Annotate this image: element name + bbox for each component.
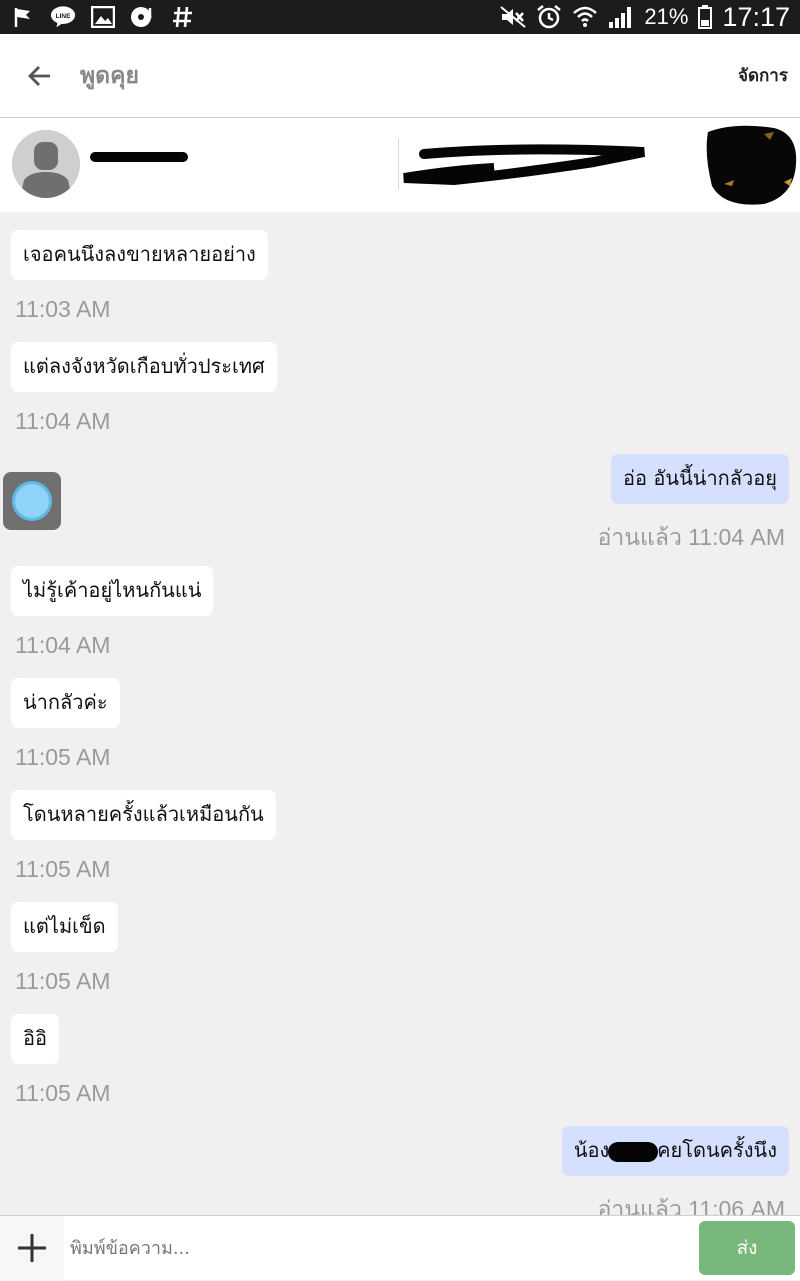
flag-icon	[10, 5, 36, 29]
redaction-scribble	[403, 144, 645, 186]
message-bubble-incoming: ไม่รู้เค้าอยู่ไหนกันแน่	[11, 566, 214, 616]
send-button[interactable]: ส่ง	[699, 1221, 795, 1275]
message-read-time: อ่านแล้ว 11:04 AM	[597, 524, 785, 550]
clock: 17:17	[722, 1, 790, 32]
redaction-mark	[608, 1142, 658, 1162]
hashtag-icon	[170, 5, 196, 29]
listing-thumbnail	[704, 124, 798, 206]
battery-icon	[698, 5, 713, 29]
message-bubble-incoming: อิอิ	[11, 1014, 60, 1064]
svg-text:LINE: LINE	[56, 13, 71, 20]
floating-chat-head[interactable]	[3, 472, 61, 530]
message-text: น้องสาว เคยโดนครั้งนึง	[573, 1138, 777, 1162]
back-button[interactable]	[0, 34, 80, 118]
user-silhouette-icon	[12, 130, 80, 198]
line-app-icon: LINE	[50, 5, 76, 29]
message-bubble-incoming: โดนหลายครั้งแล้วเหมือนกัน	[11, 790, 276, 840]
message-time: 11:05 AM	[15, 968, 111, 994]
manage-button[interactable]: จัดการ	[738, 62, 788, 89]
battery-percent: 21%	[644, 4, 689, 29]
message-bubble-outgoing: อ่อ อันนี้น่ากลัวอยุ	[611, 454, 789, 504]
gallery-icon	[90, 5, 116, 29]
message-bubble-incoming: แต่ไม่เข็ด	[11, 902, 118, 952]
message-time: 11:05 AM	[15, 1080, 111, 1106]
listing-summary[interactable]	[0, 118, 800, 212]
attach-button[interactable]	[0, 1215, 64, 1281]
message-bubble-incoming: แต่ลงจังหวัดเกือบทั่วประเทศ	[11, 342, 277, 392]
alarm-icon	[536, 5, 562, 29]
message-time: 11:05 AM	[15, 856, 111, 882]
page-title: พูดคุย	[80, 62, 139, 89]
app-bar: พูดคุย จัดการ	[0, 34, 800, 118]
plus-icon	[18, 1234, 46, 1262]
message-read-time: อ่านแล้ว 11:06 AM	[597, 1196, 785, 1215]
redaction-mark	[90, 152, 188, 162]
status-bar: LINE 21% 17:17	[0, 0, 800, 34]
message-time: 11:04 AM	[15, 408, 111, 434]
message-time: 11:04 AM	[15, 632, 111, 658]
message-bubble-incoming: เจอคนนึงลงขายหลายอย่าง	[11, 230, 268, 280]
seller-avatar	[12, 130, 80, 198]
message-bubble-incoming: น่ากลัวค่ะ	[11, 678, 120, 728]
signal-icon	[608, 5, 634, 29]
message-time: 11:05 AM	[15, 744, 111, 770]
chat-head-bubble-icon	[12, 481, 52, 521]
arrow-left-icon	[28, 65, 50, 86]
mute-icon	[500, 5, 527, 29]
message-composer: ส่ง	[0, 1215, 800, 1281]
message-bubble-outgoing: น้องสาว เคยโดนครั้งนึง	[561, 1126, 789, 1176]
message-list[interactable]: เจอคนนึงลงขายหลายอย่าง 11:03 AM แต่ลงจัง…	[0, 212, 800, 1215]
music-icon	[130, 5, 156, 29]
wifi-icon	[572, 5, 598, 29]
message-input[interactable]	[64, 1218, 699, 1278]
message-time: 11:03 AM	[15, 296, 111, 322]
